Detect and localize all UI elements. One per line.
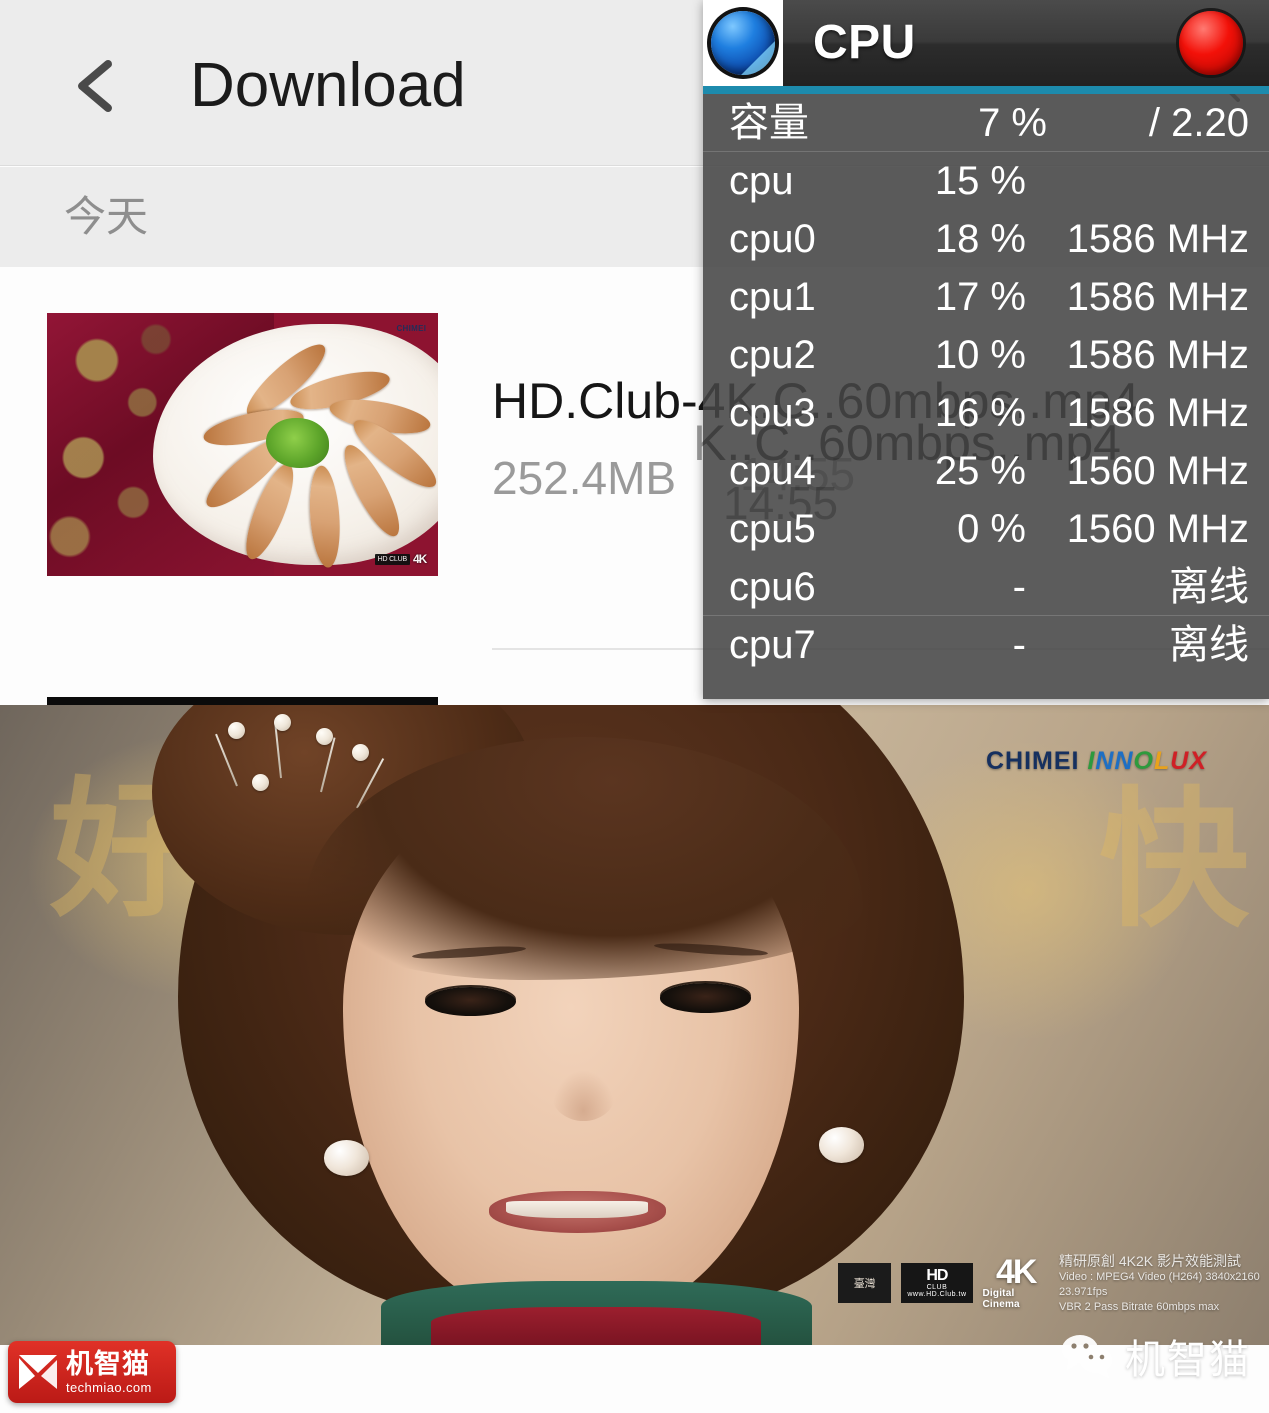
4k-digital-cinema-badge: 4K Digital Cinema (982, 1252, 1050, 1310)
cpu-row-label: cpu6 (729, 564, 816, 609)
video-preview[interactable]: 好 快 CHIMEI INNOLUX 臺灣 HD CLUB www.HD.Clu… (0, 705, 1269, 1345)
cpu-row-label: cpu1 (729, 275, 816, 319)
cpu-stats-list: 容量 7 % / 2.20 cpu 15 % cpu0 18 % 1586 MH… (703, 94, 1269, 674)
techmiao-logo-icon (19, 1355, 57, 1389)
spec-line-1: 精研原創 4K2K 影片效能測試 (1059, 1252, 1242, 1269)
page-title: Download (190, 51, 466, 120)
cpu-row-total: cpu 15 % (703, 152, 1269, 210)
wechat-watermark: 机智猫 (1057, 1327, 1251, 1385)
cpu-row-label: cpu (729, 159, 794, 203)
4k-label: 4K (996, 1252, 1037, 1291)
cpu-row-value: 7 % (978, 100, 1047, 145)
cpu-row-cpu2: cpu2 10 % 1586 MHz (703, 326, 1269, 384)
cpu-row-cpu7: cpu7 - 离线 (703, 616, 1269, 674)
section-label: 今天 (64, 193, 149, 240)
hdclub-badge-bottom: CLUB (926, 1283, 948, 1291)
cpu-row-value: 25 % (934, 449, 1026, 493)
taiwan-badge: 臺灣 (838, 1263, 892, 1304)
cpu-row-cpu5: cpu5 0 % 1560 MHz (703, 500, 1269, 558)
hdclub-badge: HD CLUB www.HD.Club.tw (901, 1263, 973, 1304)
background-calligraphy-2: 快 (1098, 772, 1249, 948)
chimei-wordmark: CHIMEI (985, 747, 1080, 775)
wechat-icon (1062, 1335, 1112, 1378)
thumbnail-badges: HD CLUB 4K (374, 552, 427, 567)
cpu-row-value: 18 % (934, 217, 1026, 261)
cpu-row-label: 容量 (729, 100, 809, 145)
cpu-row-value: - (1012, 564, 1026, 609)
techmiao-watermark: 机智猫 techmiao.com (8, 1341, 176, 1403)
cpu-row-extra: 1560 MHz (1066, 507, 1249, 551)
cpu-row-extra: 离线 (1169, 623, 1249, 667)
cpu-row-cpu6: cpu6 - 离线 (703, 558, 1269, 616)
cpu-row-label: cpu7 (729, 623, 816, 667)
cpu-row-value: 15 % (934, 159, 1026, 203)
cpu-row-extra: 1586 MHz (1066, 217, 1249, 261)
cpu-row-cpu0: cpu0 18 % 1586 MHz (703, 210, 1269, 268)
cpu-row-cpu4: cpu4 25 % 1560 MHz (703, 442, 1269, 500)
thumbnail-brand-watermark: CHIMEI (396, 323, 427, 333)
cpu-titlebar[interactable]: CPU (703, 0, 1269, 86)
cpu-row-cpu3: cpu3 16 % 1586 MHz (703, 384, 1269, 442)
hdclub-badge-top: HD (926, 1266, 948, 1284)
record-close-button[interactable] (1179, 11, 1243, 75)
techmiao-url: techmiao.com (66, 1379, 152, 1395)
cpu-row-extra: 离线 (1169, 564, 1249, 609)
thumbnail-artwork: CHIMEI HD CLUB 4K (47, 313, 438, 576)
digital-cinema-label: Digital Cinema (982, 1287, 1020, 1310)
cpu-row-extra: 1586 MHz (1066, 333, 1249, 377)
techmiao-cn-name: 机智猫 (66, 1348, 150, 1379)
spec-line-3: VBR 2 Pass Bitrate 60mbps max (1059, 1301, 1220, 1314)
item-thumbnail: CHIMEI HD CLUB 4K (47, 313, 438, 576)
cpu-row-label: cpu3 (729, 391, 816, 435)
back-button[interactable] (72, 58, 118, 114)
cpu-overlay-title: CPU (813, 16, 916, 69)
cpu-row-extra: 1560 MHz (1066, 449, 1249, 493)
cpu-row-label: cpu4 (729, 449, 816, 493)
cpu-row-capacity: 容量 7 % / 2.20 (703, 94, 1269, 152)
cpu-row-extra: 1586 MHz (1066, 275, 1249, 319)
cpu-row-label: cpu2 (729, 333, 816, 377)
cpu-row-label: cpu0 (729, 217, 816, 261)
screenshot-root: Download 今天 CHIMEI HD CLUB 4K 252.4MB 好 … (0, 0, 1269, 1413)
cpu-row-extra: / 2.20 (1148, 100, 1249, 145)
spec-line-2: Video : MPEG4 Video (H264) 3840x2160 23.… (1059, 1271, 1260, 1299)
cpu-row-value: 0 % (957, 507, 1026, 551)
thumbnail-hd-badge: HD CLUB (374, 554, 410, 566)
wechat-cn-name: 机智猫 (1125, 1338, 1251, 1382)
cpu-row-extra: 1586 MHz (1066, 391, 1249, 435)
cpu-row-cpu1: cpu1 17 % 1586 MHz (703, 268, 1269, 326)
hdclub-badge-url: www.HD.Club.tw (907, 1291, 967, 1299)
thumbnail-4k-badge: 4K (412, 552, 427, 567)
cpu-row-value: 16 % (934, 391, 1026, 435)
cpu-row-label: cpu5 (729, 507, 816, 551)
video-spec-text: 精研原創 4K2K 影片效能測試 Video : MPEG4 Video (H2… (1059, 1252, 1269, 1315)
chimei-innolux-logo: CHIMEI INNOLUX (985, 747, 1207, 775)
video-watermark-badges: 臺灣 HD CLUB www.HD.Club.tw 4K Digital Cin… (838, 1252, 1269, 1315)
cpu-row-value: - (1012, 623, 1026, 667)
cpu-monitor-overlay[interactable]: K..C..60mbps..mp4 14:55 CPU 容量 7 % / 2.2… (693, 0, 1269, 699)
cpu-row-value: 10 % (934, 333, 1026, 377)
cpu-monitor-icon (703, 0, 783, 86)
cpu-row-value: 17 % (934, 275, 1026, 319)
chevron-left-icon (78, 60, 112, 112)
